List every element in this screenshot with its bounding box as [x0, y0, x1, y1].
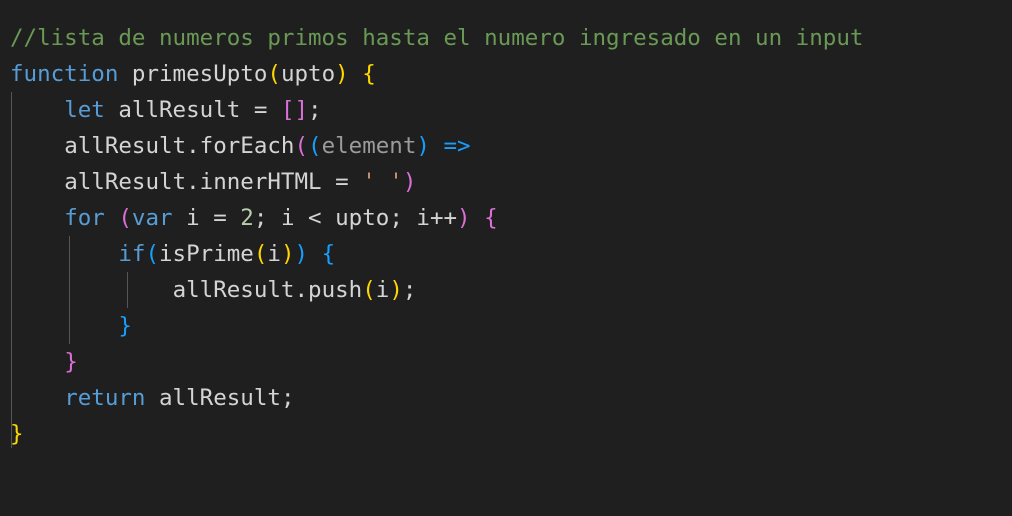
- code-token: function: [10, 61, 119, 87]
- code-token: allResult: [159, 385, 281, 411]
- code-line[interactable]: let allResult = [];: [0, 92, 1012, 128]
- code-token: ): [457, 205, 471, 231]
- code-token: <: [294, 205, 336, 231]
- code-token: .: [294, 277, 309, 303]
- code-token: ): [402, 169, 417, 195]
- code-line[interactable]: for (var i = 2; i < upto; i++) {: [0, 200, 1012, 236]
- code-token: //lista de numeros primos hasta el numer…: [10, 25, 864, 51]
- code-token: upto: [335, 205, 390, 231]
- code-token: (: [362, 277, 376, 303]
- code-token: ): [335, 61, 349, 87]
- code-token: allResult: [118, 97, 241, 123]
- code-token: i: [280, 205, 295, 231]
- code-token: (: [308, 133, 322, 159]
- code-token: var: [131, 205, 173, 231]
- code-token: }: [118, 313, 132, 339]
- code-token: element: [321, 133, 417, 159]
- code-editor-pane[interactable]: //lista de numeros primos hasta el numer…: [0, 0, 1012, 516]
- code-token: []: [280, 97, 309, 123]
- code-token: i: [186, 205, 200, 231]
- code-token: push: [308, 277, 363, 303]
- code-token: ' ': [362, 169, 403, 195]
- code-token: 2: [240, 205, 254, 231]
- code-token: primesUpto: [131, 61, 268, 87]
- code-token: =: [240, 97, 281, 123]
- code-token: for: [64, 205, 105, 231]
- code-token: allResult: [172, 277, 295, 303]
- code-line[interactable]: function primesUpto(upto) {: [0, 56, 1012, 92]
- code-token: i: [267, 241, 281, 267]
- code-token: ;: [389, 205, 417, 231]
- code-token: (: [267, 61, 281, 87]
- code-token: =>: [443, 133, 471, 159]
- code-token: {: [362, 61, 376, 87]
- code-token: =: [321, 169, 363, 195]
- code-token: }: [64, 349, 78, 375]
- code-token: {: [321, 241, 336, 267]
- code-token: (: [253, 241, 268, 267]
- code-token: ;: [308, 97, 322, 123]
- code-line[interactable]: allResult.innerHTML = ' '): [0, 164, 1012, 200]
- code-token: ;: [402, 277, 417, 303]
- code-token: let: [64, 97, 105, 123]
- code-line[interactable]: }: [0, 308, 1012, 344]
- code-token: =: [199, 205, 241, 231]
- code-line[interactable]: }: [0, 416, 1012, 452]
- code-token: ): [416, 133, 430, 159]
- code-line[interactable]: allResult.forEach((element) =>: [0, 128, 1012, 164]
- code-line[interactable]: }: [0, 344, 1012, 380]
- code-line[interactable]: if(isPrime(i)) {: [0, 236, 1012, 272]
- code-token: .: [186, 169, 200, 195]
- code-token: innerHTML: [199, 169, 322, 195]
- code-token: ): [280, 241, 295, 267]
- code-token: ): [389, 277, 403, 303]
- code-token: if: [118, 241, 146, 267]
- code-line[interactable]: allResult.push(i);: [0, 272, 1012, 308]
- code-token: i++: [416, 205, 458, 231]
- code-line[interactable]: //lista de numeros primos hasta el numer…: [0, 20, 1012, 56]
- code-token: allResult: [64, 133, 187, 159]
- code-token: }: [10, 421, 24, 447]
- code-token: upto: [280, 61, 336, 87]
- code-token: {: [484, 205, 498, 231]
- code-token: return: [64, 385, 146, 411]
- code-token: ): [294, 241, 309, 267]
- code-token: ;: [253, 205, 281, 231]
- code-token: allResult: [64, 169, 187, 195]
- code-content[interactable]: //lista de numeros primos hasta el numer…: [0, 20, 1012, 452]
- code-token: forEach: [199, 133, 295, 159]
- code-token: i: [375, 277, 390, 303]
- code-token: ;: [280, 385, 295, 411]
- code-token: (: [118, 205, 132, 231]
- code-token: (: [145, 241, 160, 267]
- code-token: (: [294, 133, 309, 159]
- code-token: .: [186, 133, 200, 159]
- code-line[interactable]: return allResult;: [0, 380, 1012, 416]
- code-token: isPrime: [159, 241, 254, 267]
